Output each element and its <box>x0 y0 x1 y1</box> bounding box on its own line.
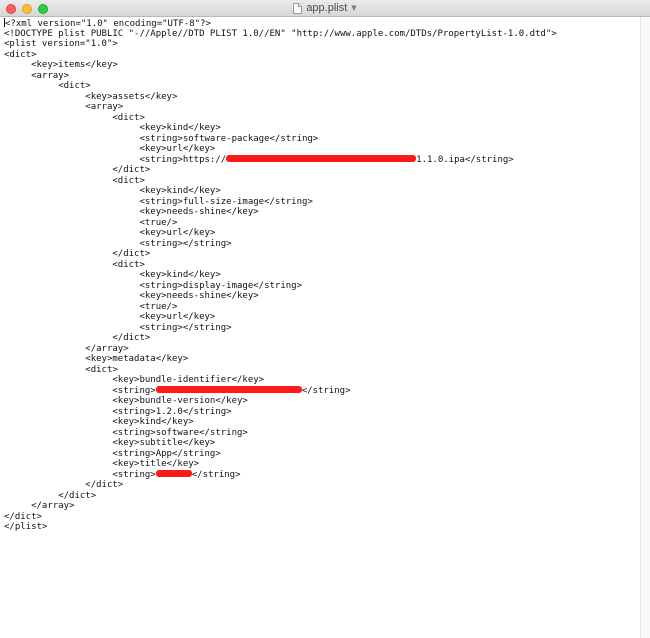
code-line-text: <string> <box>4 385 156 396</box>
code-line-text: <?xml version="1.0" encoding="UTF-8"?> <box>5 19 211 29</box>
code-line-text: <string> <box>4 469 156 480</box>
code-line: <key>items</key> <box>4 60 118 70</box>
code-line: <key>assets</key> <box>4 91 178 102</box>
redaction-mark <box>155 469 192 477</box>
code-line: <dict> <box>4 49 37 60</box>
code-line: <key>needs-shine</key> <box>4 291 259 301</box>
code-line: <string>App</string> <box>4 448 221 459</box>
code-line: <!DOCTYPE plist PUBLIC "-//Apple//DTD PL… <box>4 28 557 39</box>
code-line: <string>1.2.0</string> <box>4 406 232 417</box>
code-line: <key>url</key> <box>4 228 216 238</box>
code-line: <key>metadata</key> <box>4 354 189 364</box>
code-line: <string>software-package</string> <box>4 133 319 144</box>
window-title-group[interactable]: app.plist ▼ <box>0 1 650 16</box>
code-line: <key>url</key> <box>4 312 216 322</box>
title-bar[interactable]: app.plist ▼ <box>0 0 650 17</box>
string-close-tag: </string> <box>191 469 241 480</box>
code-line: <string> </string> <box>4 469 640 481</box>
code-line: <key>url</key> <box>4 144 216 154</box>
code-line: <true/> <box>4 301 178 312</box>
code-line: </dict> <box>4 165 151 175</box>
code-line: <dict> <box>4 259 145 270</box>
vertical-scrollbar[interactable] <box>640 17 650 638</box>
code-line: </plist> <box>4 522 48 532</box>
code-line: <array> <box>4 70 70 81</box>
code-line: <string></string> <box>4 238 232 249</box>
document-icon <box>293 3 303 14</box>
code-line: <dict> <box>4 112 145 123</box>
code-line: <key>bundle-version</key> <box>4 396 248 406</box>
window-title: app.plist <box>306 2 348 14</box>
code-line: <key>kind</key> <box>4 270 221 280</box>
code-line: <key>title</key> <box>4 459 200 469</box>
redaction-mark <box>155 385 302 393</box>
code-line: </dict> <box>4 490 97 501</box>
chevron-down-icon[interactable]: ▼ <box>351 1 356 16</box>
redaction-mark <box>226 154 417 162</box>
code-line: </dict> <box>4 249 151 259</box>
code-line: <string>https:// 1.1.0.ipa</string> <box>4 154 640 166</box>
code-line: <key>kind</key> <box>4 417 194 427</box>
code-line: <key>kind</key> <box>4 123 221 133</box>
url-suffix: 1.1.0.ipa</string> <box>416 154 514 165</box>
code-line: <?xml version="1.0" encoding="UTF-8"?> <box>4 18 640 29</box>
code-line-text: <string>https:// <box>4 154 227 165</box>
string-close-tag: </string> <box>301 385 351 396</box>
code-line: </dict> <box>4 511 42 522</box>
code-line: <dict> <box>4 175 145 186</box>
code-line: </array> <box>4 501 75 511</box>
code-line: <true/> <box>4 217 178 228</box>
code-line: <key>kind</key> <box>4 186 221 196</box>
code-line: <string>software</string> <box>4 427 248 438</box>
code-line: <dict> <box>4 81 91 91</box>
code-line: </dict> <box>4 333 151 343</box>
code-line: <string> </string> <box>4 385 640 397</box>
code-line: </dict> <box>4 480 124 490</box>
code-line: <string>full-size-image</string> <box>4 196 313 207</box>
code-line: </array> <box>4 343 129 354</box>
text-editor-window: app.plist ▼ <?xml version="1.0" encoding… <box>0 0 650 638</box>
code-line: <key>bundle-identifier</key> <box>4 375 265 385</box>
code-line: <string></string> <box>4 322 232 333</box>
code-line: <key>needs-shine</key> <box>4 207 259 217</box>
code-line: <array> <box>4 102 124 112</box>
code-line: <dict> <box>4 364 118 375</box>
code-line: <string>display-image</string> <box>4 280 303 291</box>
text-area[interactable]: <?xml version="1.0" encoding="UTF-8"?> <… <box>0 17 640 638</box>
code-line: <plist version="1.0"> <box>4 39 118 49</box>
code-line: <key>subtitle</key> <box>4 438 216 448</box>
